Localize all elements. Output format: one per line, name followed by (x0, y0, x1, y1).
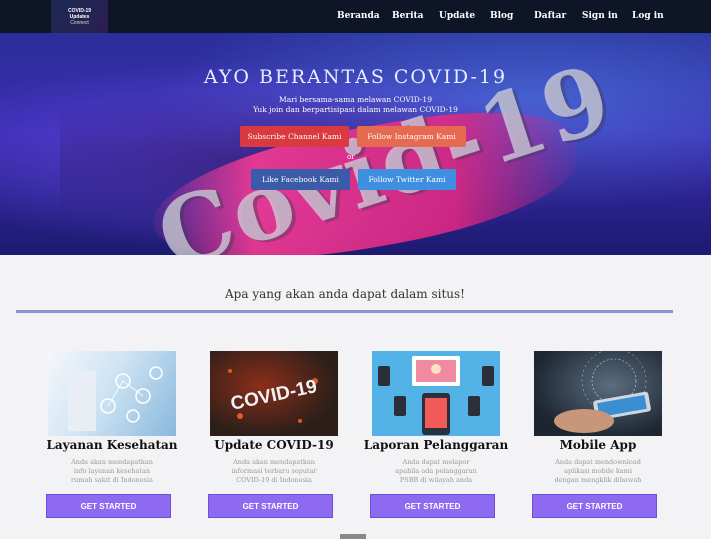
section-title: Apa yang akan anda dapat dalam situs! (225, 287, 465, 301)
get-started-button[interactable]: GET STARTED (370, 494, 495, 518)
get-started-button[interactable]: GET STARTED (532, 494, 657, 518)
card-title: Update COVID-19 (214, 438, 334, 452)
hero-subtitle-2: Yuk join dan berpartisipasi dalam melawa… (253, 105, 458, 114)
health-image (48, 351, 176, 436)
nav-link-blog[interactable]: Blog (490, 11, 513, 21)
card-title: Layanan Kesehatan (46, 438, 178, 452)
nav-link-beranda[interactable]: Beranda (337, 11, 380, 21)
like-facebook-button[interactable]: Like Facebook Kami (251, 169, 350, 190)
navbar: COVID-19 Updates Connect Beranda Berita … (0, 0, 711, 33)
nav-link-log-in[interactable]: Log in (632, 11, 664, 21)
follow-twitter-button[interactable]: Follow Twitter Kami (358, 169, 456, 190)
nav-link-sign-in[interactable]: Sign in (582, 11, 618, 21)
hero-title: AYO BERANTAS COVID-19 (203, 66, 508, 88)
nav-link-berita[interactable]: Berita (392, 11, 423, 21)
card-title: Mobile App (559, 438, 637, 452)
report-image (372, 351, 500, 436)
card-description: Anda akan mendapatkan informasi terbaru … (231, 458, 317, 484)
get-started-button[interactable]: GET STARTED (208, 494, 333, 518)
nav-link-daftar[interactable]: Daftar (534, 11, 566, 21)
phones-graphic (378, 356, 494, 435)
card-description: Anda akan mendapatkan info layanan keseh… (71, 458, 153, 484)
covid-map-graphic: COVID-19 (228, 369, 319, 423)
site-logo[interactable]: COVID-19 Updates Connect (51, 0, 108, 33)
covid-image: COVID-19 (210, 351, 338, 436)
card-description: Anda dapat mendownload aplikasi mobile k… (554, 458, 642, 484)
section-divider (16, 310, 673, 313)
medical-icons-graphic (68, 366, 163, 431)
mobile-image (534, 351, 662, 436)
logo-line-3: Connect (70, 20, 89, 26)
card-title: Laporan Pelanggaran (363, 438, 509, 452)
hero-subtitle-1: Mari bersama-sama melawan COVID-19 (279, 95, 432, 104)
hand-phone-graphic (554, 351, 651, 433)
or-separator: or (347, 153, 355, 161)
follow-instagram-button[interactable]: Follow Instagram Kami (357, 126, 466, 147)
card-description: Anda dapat melapor apabila ada pelanggar… (395, 458, 477, 484)
hero-banner: Covid-19 AYO BERANTAS COVID-19 Mari bers… (0, 33, 711, 255)
subscribe-channel-button[interactable]: Subscribe Channel Kami (240, 126, 349, 147)
get-started-button[interactable]: GET STARTED (46, 494, 171, 518)
horizontal-scrollbar-thumb[interactable] (340, 534, 366, 539)
nav-link-update[interactable]: Update (439, 11, 475, 21)
